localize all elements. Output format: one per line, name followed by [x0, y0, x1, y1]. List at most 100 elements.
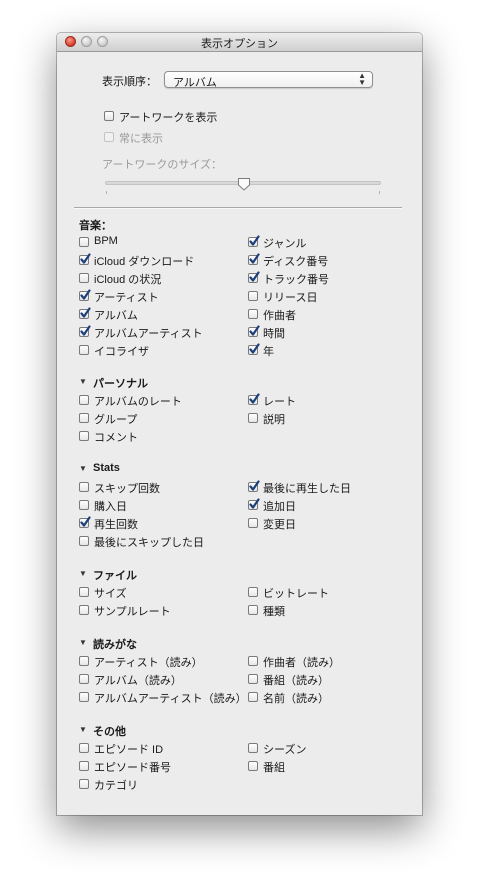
view-options-window: 表示オプション 表示順序： アルバム ▲ ▼ アートワークを表示 常に表示 アート… [57, 33, 422, 815]
reading-right-checkbox-1[interactable] [248, 674, 258, 684]
slider-tick-max [379, 191, 380, 194]
other-left-label-1: エピソード番号 [94, 762, 171, 774]
personal-left-label-2: コメント [94, 432, 138, 444]
always-show-checkbox[interactable] [104, 132, 114, 142]
music-left-label-4: アルバム [94, 310, 138, 322]
other-left-checkbox-0[interactable] [79, 743, 89, 753]
file-right-label-1: 種類 [263, 606, 285, 618]
music-left-label-1: iCloud ダウンロード [94, 256, 195, 268]
sort-order-value: アルバム [173, 77, 217, 89]
other-right-checkbox-1[interactable] [248, 761, 258, 771]
reading-left-checkbox-0[interactable] [79, 656, 89, 666]
disclosure-triangle-icon[interactable]: ▼ [79, 725, 87, 734]
other-left-label-2: カテゴリ [94, 780, 138, 792]
music-left-checkbox-0[interactable] [79, 237, 89, 247]
stats-right-label-0: 最後に再生した日 [263, 483, 351, 495]
section-title-stats: Stats [93, 462, 120, 474]
music-right-label-0: ジャンル [263, 238, 307, 250]
reading-left-checkbox-2[interactable] [79, 692, 89, 702]
personal-right-checkbox-0[interactable] [248, 393, 260, 405]
stats-right-checkbox-0[interactable] [248, 480, 260, 492]
music-right-checkbox-5[interactable] [248, 325, 260, 337]
music-right-label-1: ディスク番号 [263, 256, 329, 268]
music-left-checkbox-5[interactable] [79, 325, 91, 337]
stats-left-label-3: 最後にスキップした日 [94, 537, 204, 549]
music-left-label-3: アーティスト [94, 292, 159, 304]
music-left-checkbox-4[interactable] [79, 307, 91, 319]
slider-tick-min [106, 191, 107, 194]
file-right-checkbox-0[interactable] [248, 587, 258, 597]
music-right-label-6: 年 [263, 346, 274, 358]
music-right-checkbox-0[interactable] [248, 235, 260, 247]
reading-right-label-2: 名前（読み） [263, 693, 329, 705]
reading-left-checkbox-1[interactable] [79, 674, 89, 684]
title-bar[interactable]: 表示オプション [57, 33, 422, 52]
reading-right-checkbox-0[interactable] [248, 656, 258, 666]
music-right-checkbox-4[interactable] [248, 309, 258, 319]
music-right-label-4: 作曲者 [263, 310, 296, 322]
music-left-checkbox-2[interactable] [79, 273, 89, 283]
music-left-checkbox-1[interactable] [79, 253, 91, 265]
other-right-checkbox-0[interactable] [248, 743, 258, 753]
stats-right-label-1: 追加日 [263, 501, 296, 513]
music-left-label-5: アルバムアーティスト [94, 328, 203, 340]
other-left-checkbox-2[interactable] [79, 779, 89, 789]
disclosure-triangle-icon[interactable]: ▼ [79, 638, 87, 647]
stats-right-checkbox-2[interactable] [248, 518, 258, 528]
window-title: 表示オプション [201, 38, 278, 50]
music-right-checkbox-6[interactable] [248, 343, 260, 355]
stats-left-label-1: 購入日 [94, 501, 127, 513]
artwork-size-label: アートワークのサイズ： [102, 159, 223, 171]
section-title-music: 音楽： [79, 220, 112, 232]
stats-left-checkbox-0[interactable] [79, 482, 89, 492]
section-title-reading: 読みがな [93, 639, 137, 651]
sort-order-popup[interactable]: アルバム ▲ ▼ [164, 71, 373, 89]
music-left-checkbox-6[interactable] [79, 345, 89, 355]
section-title-other: その他 [93, 726, 126, 738]
stats-left-checkbox-2[interactable] [79, 516, 91, 528]
show-artwork-checkbox[interactable] [104, 111, 114, 121]
show-artwork-label: アートワークを表示 [119, 112, 218, 124]
slider-knob[interactable] [237, 177, 251, 191]
personal-left-label-1: グループ [94, 414, 138, 426]
music-left-label-2: iCloud の状況 [94, 274, 162, 286]
music-right-checkbox-2[interactable] [248, 271, 260, 283]
other-left-label-0: エピソード ID [94, 744, 164, 756]
stats-right-checkbox-1[interactable] [248, 498, 260, 510]
personal-left-checkbox-0[interactable] [79, 395, 89, 405]
file-left-label-1: サンプルレート [94, 606, 171, 618]
music-right-checkbox-1[interactable] [248, 253, 260, 265]
stats-left-checkbox-3[interactable] [79, 536, 89, 546]
personal-right-checkbox-1[interactable] [248, 413, 258, 423]
personal-left-checkbox-2[interactable] [79, 431, 89, 441]
reading-right-label-1: 番組（読み） [263, 675, 329, 687]
reading-right-checkbox-2[interactable] [248, 692, 258, 702]
reading-left-label-1: アルバム（読み） [94, 675, 182, 687]
disclosure-triangle-icon[interactable]: ▼ [79, 377, 87, 386]
personal-right-label-1: 説明 [263, 414, 285, 426]
music-right-label-3: リリース日 [263, 292, 318, 304]
file-left-checkbox-1[interactable] [79, 605, 89, 615]
popup-arrows-icon: ▲ ▼ [358, 71, 366, 87]
music-right-label-2: トラック番号 [263, 274, 329, 286]
other-right-label-0: シーズン [263, 744, 307, 756]
sort-order-label: 表示順序： [102, 76, 157, 88]
music-left-checkbox-3[interactable] [79, 289, 91, 301]
personal-left-checkbox-1[interactable] [79, 413, 89, 423]
always-show-label: 常に表示 [119, 133, 163, 145]
stats-left-checkbox-1[interactable] [79, 500, 89, 510]
stats-right-label-2: 変更日 [263, 519, 296, 531]
file-left-label-0: サイズ [94, 588, 127, 600]
stats-left-label-0: スキップ回数 [94, 483, 160, 495]
other-left-checkbox-1[interactable] [79, 761, 89, 771]
disclosure-triangle-icon[interactable]: ▼ [79, 464, 87, 473]
personal-right-label-0: レート [263, 396, 296, 408]
file-left-checkbox-0[interactable] [79, 587, 89, 597]
music-right-checkbox-3[interactable] [248, 291, 258, 301]
section-title-personal: パーソナル [93, 378, 148, 390]
file-right-checkbox-1[interactable] [248, 605, 258, 615]
file-right-label-0: ビットレート [263, 588, 329, 600]
reading-left-label-2: アルバムアーティスト（読み） [94, 693, 247, 705]
reading-left-label-0: アーティスト（読み） [94, 657, 203, 669]
disclosure-triangle-icon[interactable]: ▼ [79, 569, 87, 578]
